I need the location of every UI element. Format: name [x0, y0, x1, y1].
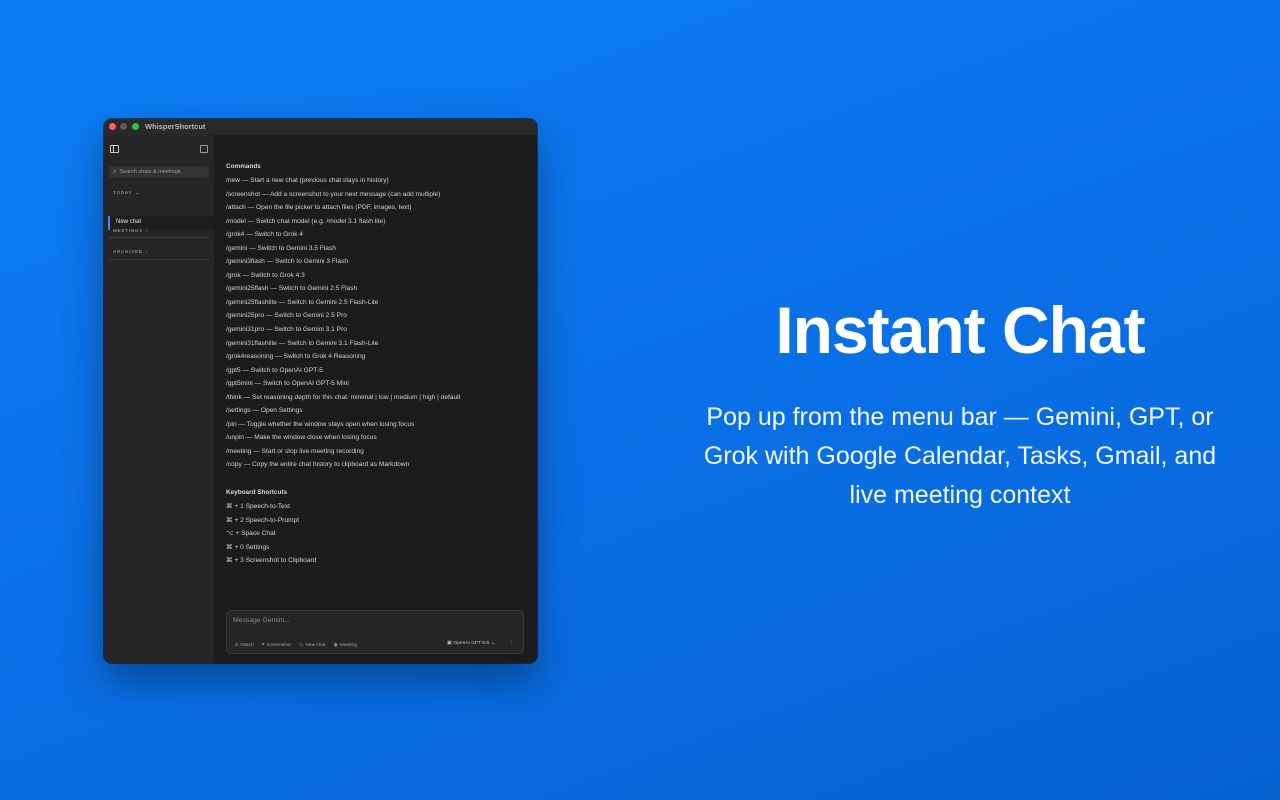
command-line: /gemini — Switch to Gemini 3.5 Flash — [226, 244, 336, 252]
zoom-window-button[interactable] — [132, 123, 139, 130]
screenshot-button[interactable]: ⌗ Screenshot — [262, 642, 291, 648]
commands-list: /new — Start a new chat (previous chat s… — [226, 177, 460, 475]
command-line: /model — Switch chat model (e.g. /model … — [226, 217, 386, 225]
command-line: /screenshot — Add a screenshot to your n… — [226, 190, 441, 198]
chevron-down-icon: ⌄ — [491, 641, 496, 646]
attach-button[interactable]: ⌀ Attach — [235, 642, 254, 648]
chat-main: Commands /new — Start a new chat (previo… — [214, 135, 537, 663]
shortcut-line: ⌘ + 1 Speech-to-Text — [226, 503, 290, 511]
sidebar-divider — [108, 259, 210, 260]
minimize-window-button[interactable] — [120, 123, 127, 130]
command-line: /gemini31pro — Switch to Gemini 3.1 Pro — [226, 326, 347, 334]
search-icon: ⌕ — [113, 168, 117, 175]
command-line: /attach — Open the file picker to attach… — [226, 204, 412, 212]
command-line: /think — Set reasoning depth for this ch… — [226, 393, 461, 401]
message-composer[interactable]: Message Gemini... ⌀ Attach ⌗ Screenshot ▭ N… — [226, 610, 524, 654]
search-input[interactable]: ⌕ Search chats & meetings — [109, 166, 209, 178]
command-line: /grok — Switch to Grok 4.3 — [226, 271, 305, 279]
command-line: /unpin — Make the window close when losi… — [226, 434, 377, 442]
close-window-button[interactable] — [109, 123, 116, 130]
command-line: /gemini31flashlite — Switch to Gemini 3.… — [226, 339, 379, 347]
shortcuts-heading: Keyboard Shortcuts — [226, 489, 288, 497]
section-archived[interactable]: ARCHIVED › — [113, 249, 148, 254]
shortcut-line: ⌘ + 0 Settings — [226, 543, 270, 551]
search-placeholder: Search chats & meetings — [119, 169, 181, 175]
model-icon: ▣ — [447, 641, 452, 646]
section-meetings[interactable]: MEETINGS › — [113, 228, 148, 233]
app-window: WhisperShortcut ⌕ Search chats & meeting… — [104, 119, 537, 663]
chevron-right-icon: › — [145, 249, 149, 254]
command-line: /grok4 — Switch to Grok 4 — [226, 231, 303, 239]
command-line: /grok4reasoning — Switch to Grok 4 Reaso… — [226, 353, 366, 361]
composer-tools: ⌀ Attach ⌗ Screenshot ▭ New chat ◉ Meeting — [235, 642, 357, 648]
record-icon: ◉ — [333, 642, 338, 648]
message-input[interactable]: Message Gemini... — [233, 617, 290, 624]
command-line: /gemini25pro — Switch to Gemini 2.5 Pro — [226, 312, 347, 320]
screenshot-icon: ⌗ — [261, 642, 265, 648]
sidebar-divider — [108, 237, 210, 238]
shortcuts-list: ⌘ + 1 Speech-to-Text ⌘ + 2 Speech-to-Prom… — [226, 503, 460, 571]
command-line: /gpt5 — Switch to OpenAI GPT-5 — [226, 366, 323, 374]
command-line: /gemini25flash — Switch to Gemini 2.5 Fl… — [226, 285, 358, 293]
compose-icon: ▭ — [298, 642, 304, 648]
hero-title: Instant Chat — [775, 293, 1145, 367]
title-bar[interactable]: WhisperShortcut — [104, 119, 537, 135]
new-chat-button[interactable]: ▭ New chat — [299, 642, 326, 648]
paperclip-icon: ⌀ — [235, 642, 239, 648]
shortcut-line: ⌥ + Space Chat — [226, 530, 276, 538]
command-line: /settings — Open Settings — [226, 407, 303, 415]
message-content: Commands /new — Start a new chat (previo… — [226, 163, 460, 571]
command-line: /new — Start a new chat (previous chat s… — [226, 177, 389, 184]
command-line: /gpt5mini — Switch to OpenAI GPT-5 Mini — [226, 380, 349, 388]
section-today[interactable]: TODAY ⌄ — [113, 190, 140, 196]
hero-subtitle: Pop up from the menu bar — Gemini, GPT, … — [703, 403, 1217, 509]
command-line: /meeting — Start or stop live meeting re… — [226, 447, 364, 455]
window-title: WhisperShortcut — [145, 122, 206, 131]
arrow-up-icon: ↑ — [510, 640, 513, 646]
command-line: /gemini3flash — Switch to Gemini 3 Flash — [226, 258, 349, 266]
new-chat-icon[interactable] — [200, 145, 208, 153]
model-selector[interactable]: ▣ OpenAI GPT-5.5 ⌄ — [447, 641, 495, 646]
sidebar-toggle-icon[interactable] — [110, 145, 119, 153]
sidebar: ⌕ Search chats & meetings TODAY ⌄ New cha… — [104, 135, 215, 663]
command-line: /copy — Copy the entire chat history to … — [226, 461, 410, 469]
shortcut-line: ⌘ + 2 Speech-to-Prompt — [226, 516, 300, 524]
command-line: /pin — Toggle whether the window stays o… — [226, 420, 415, 428]
send-button[interactable]: ↑ — [510, 640, 513, 646]
chevron-down-icon: ⌄ — [135, 190, 140, 195]
command-line: /gemini25flashlite — Switch to Gemini 2.… — [226, 298, 379, 306]
shortcuts-section: Keyboard Shortcuts ⌘ + 1 Speech-to-Text ⌘… — [226, 489, 460, 571]
meeting-button[interactable]: ◉ Meeting — [333, 642, 356, 648]
shortcut-line: ⌘ + 3 Screenshot to Clipboard — [226, 557, 317, 565]
chevron-right-icon: › — [145, 228, 149, 233]
commands-heading: Commands — [226, 163, 261, 170]
chat-item-label: New chat — [116, 219, 142, 225]
